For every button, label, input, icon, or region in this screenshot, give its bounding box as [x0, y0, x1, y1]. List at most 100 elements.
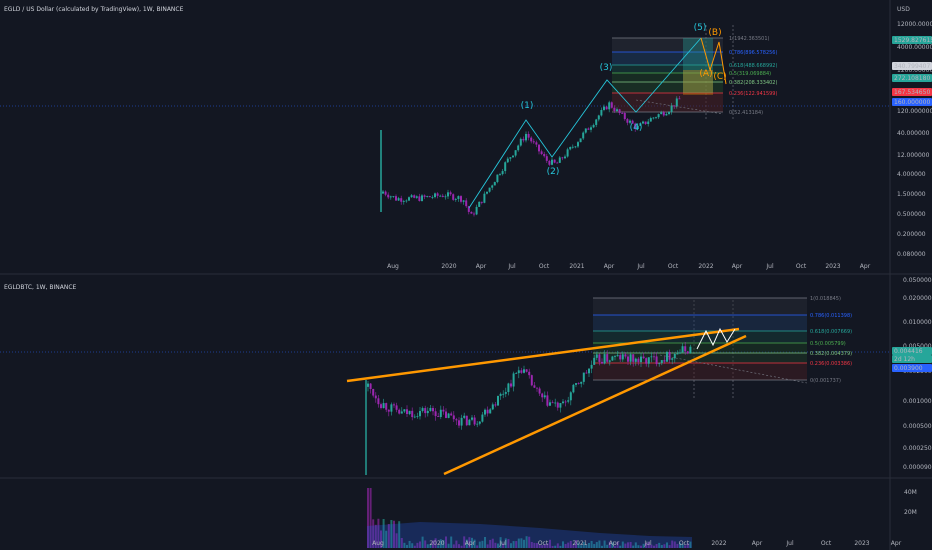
candle-body [616, 109, 618, 112]
candle-body [400, 198, 403, 202]
fib-level-label: 0.786(896.578256) [729, 50, 777, 56]
candle-body [421, 408, 424, 411]
candle-body [374, 395, 377, 399]
wave-label[interactable]: (3) [600, 63, 613, 73]
y-tick-label: 0.050000 [903, 277, 932, 284]
x-tick-label: 2023 [825, 263, 840, 270]
candle-body [523, 369, 525, 373]
candle-body [610, 102, 613, 108]
price-badge: 0.003900 [894, 365, 923, 372]
candle-body [512, 155, 514, 158]
fib-retracement-bottom[interactable]: 1(0.018845) 0.786(0.011398) 0.618(0.007669… [593, 296, 852, 384]
candle-body [660, 112, 663, 115]
candle-body [538, 388, 541, 394]
candle-body [517, 370, 520, 374]
candle-body [382, 191, 384, 194]
candle-body [484, 409, 486, 415]
candle-body [553, 159, 556, 163]
candle-body [686, 351, 689, 354]
wave-label[interactable]: (4) [630, 123, 643, 133]
x-tick-label: Jul [765, 263, 774, 270]
candle-body [421, 195, 423, 201]
candle-body [640, 356, 642, 363]
candle-body [522, 138, 525, 141]
candle-body [666, 351, 668, 362]
wave-label[interactable]: (1) [521, 101, 534, 111]
candle-body [463, 415, 466, 418]
candle-body [558, 157, 561, 163]
candle-body [395, 405, 398, 410]
candle-body [564, 401, 567, 403]
candle-body [486, 409, 489, 414]
wave-label[interactable]: (A) [699, 69, 712, 79]
wave-label[interactable]: (5) [694, 23, 707, 33]
candle-body [603, 106, 605, 110]
x-tick-label: Jul [785, 540, 794, 547]
candle-body [632, 354, 635, 362]
x-tick-label: Jul [636, 263, 645, 270]
candle-body [545, 156, 548, 161]
fib-retracement-top[interactable]: 1(1942.363501) 0.786(896.578256) 0.618(488… [612, 36, 777, 116]
candle-body [397, 198, 400, 201]
y-tick-label: 0.080000 [897, 251, 926, 258]
candle-body [419, 410, 421, 417]
candle-body [580, 381, 583, 384]
candle-body [442, 409, 445, 412]
fib-zone [593, 315, 807, 331]
wave-label[interactable]: (C) [713, 72, 726, 82]
fib-level-label: 0.382(208.333402) [729, 80, 777, 86]
chart-canvas[interactable]: EGLD / US Dollar (calculated by TradingV… [0, 0, 932, 550]
candle-body [582, 132, 585, 139]
candle-body [470, 211, 473, 214]
candle-body [600, 109, 603, 116]
y-tick-label: 1.500000 [897, 191, 926, 198]
price-badge: 2d 12h [894, 356, 915, 363]
y-tick-label: 4.000000 [897, 171, 926, 178]
candle-body [494, 404, 497, 406]
candle-body [549, 402, 551, 406]
x-tick-label: Apr [891, 540, 902, 547]
volume-area [367, 522, 692, 548]
fib-zone [593, 298, 807, 315]
candle-body [452, 415, 455, 420]
candle-body [455, 419, 458, 421]
wave-label[interactable]: (2) [547, 167, 560, 177]
candle-body [649, 118, 652, 122]
candle-body [436, 193, 439, 196]
candle-body [621, 112, 624, 114]
candle-body [627, 356, 629, 362]
volume-bars [367, 488, 692, 548]
fib-level-label: 0.382(0.004379) [810, 351, 852, 357]
candle-body [452, 194, 455, 200]
candle-body [585, 372, 588, 374]
tradingview-chart[interactable]: EGLD / US Dollar (calculated by TradingV… [0, 0, 932, 550]
candle-body [621, 354, 624, 360]
top-chart-title: EGLD / US Dollar (calculated by TradingV… [4, 6, 184, 13]
candle-body [606, 354, 609, 362]
candle-body [684, 346, 687, 352]
candle-body [605, 106, 608, 110]
candle-body [460, 417, 463, 426]
candle-body [460, 196, 462, 202]
price-badge: 167.534650 [894, 89, 930, 96]
x-tick-label: Jul [507, 263, 516, 270]
candle-body [653, 356, 655, 358]
candle-body [595, 354, 598, 358]
candle-body [655, 356, 658, 365]
candle-body [387, 409, 390, 412]
candle-body [530, 375, 533, 386]
candle-body [575, 383, 577, 385]
candle-body [662, 112, 665, 116]
candle-body [608, 360, 611, 362]
candle-body [491, 185, 494, 188]
wave-label[interactable]: (B) [708, 28, 721, 38]
fib-zone [593, 363, 807, 380]
x-tick-label: Oct [796, 263, 807, 270]
candle-body [416, 416, 419, 418]
candle-body [655, 117, 657, 119]
candle-body [402, 201, 405, 202]
candle-body [569, 147, 572, 150]
candle-body [384, 191, 387, 195]
candle-body [392, 196, 395, 198]
candle-body [572, 384, 575, 393]
